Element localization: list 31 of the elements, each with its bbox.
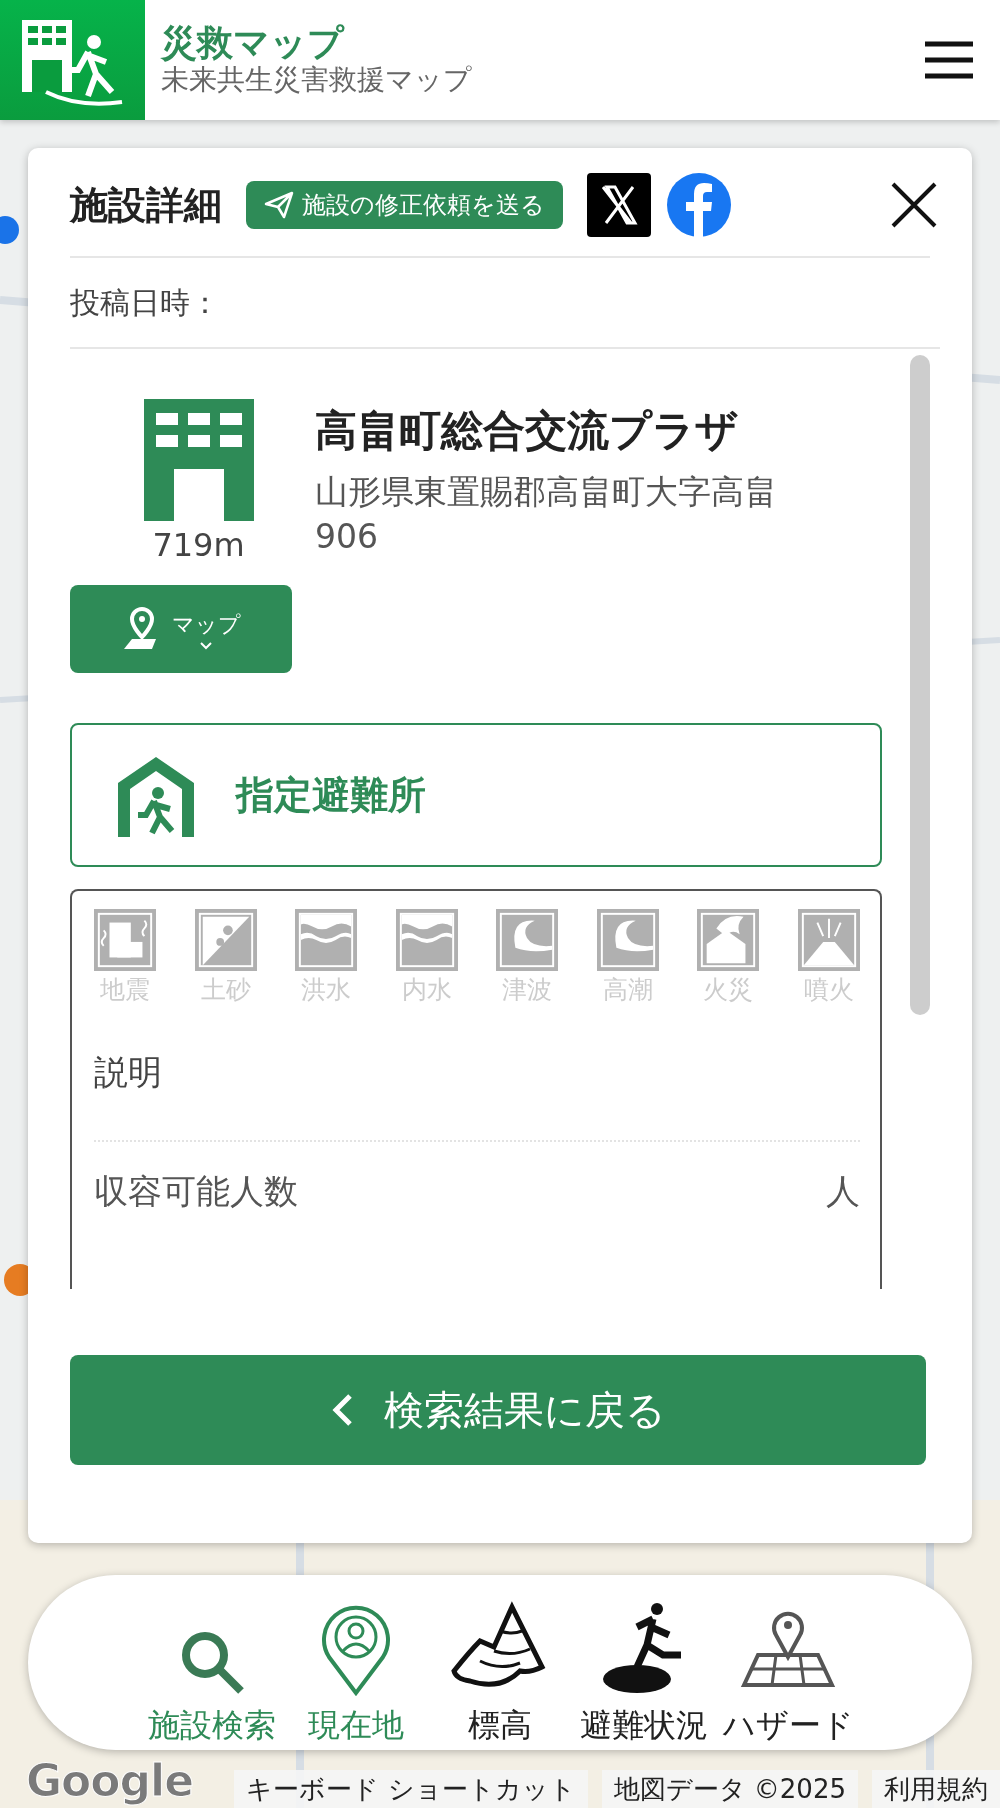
chevron-down-icon <box>199 641 213 650</box>
map-footer-link[interactable]: 利用規約 <box>872 1770 1000 1808</box>
map-button[interactable]: マップ <box>70 585 292 673</box>
nav-tab[interactable]: 施設検索 <box>146 1597 278 1750</box>
chevron-left-icon <box>330 1393 354 1427</box>
nav-tab[interactable]: 現在地 <box>290 1597 422 1750</box>
posted-date-label: 投稿日時： <box>70 284 221 322</box>
x-share-icon[interactable] <box>587 173 651 237</box>
facility-name: 高畠町総合交流プラザ <box>315 405 739 457</box>
building-icon <box>143 399 254 521</box>
distance-text: 719m <box>152 525 245 566</box>
facility-address: 山形県東置賜郡高畠町大字高畠906 <box>315 471 778 558</box>
nav-tab[interactable]: ハザード <box>722 1597 854 1750</box>
panel-title: 施設詳細 <box>70 181 222 229</box>
shelter-designation: 指定避難所 <box>236 771 426 819</box>
report-button[interactable]: 施設の修正依頼を送る <box>246 181 563 229</box>
scrollbar[interactable] <box>910 355 930 1015</box>
capacity-label: 収容可能人数 <box>94 1169 298 1213</box>
menu-button[interactable] <box>922 39 976 81</box>
send-icon <box>264 191 294 219</box>
google-logo: Google <box>26 1754 193 1808</box>
back-to-results-button[interactable]: 検索結果に戻る <box>70 1355 926 1465</box>
facebook-share-icon[interactable] <box>667 173 731 237</box>
map-footer-link[interactable]: 地図データ ©2025 <box>601 1770 858 1808</box>
app-subtitle: 未来共生災害救援マップ <box>161 63 473 97</box>
nav-tab[interactable]: 標高 <box>434 1597 566 1750</box>
map-footer-link[interactable]: キーボード ショートカット <box>234 1770 588 1808</box>
capacity-unit: 人 <box>826 1169 860 1213</box>
nav-tab[interactable]: 避難状況 <box>578 1597 710 1750</box>
app-title: 災救マップ <box>161 23 346 63</box>
description-label: 説明 <box>94 1050 163 1094</box>
